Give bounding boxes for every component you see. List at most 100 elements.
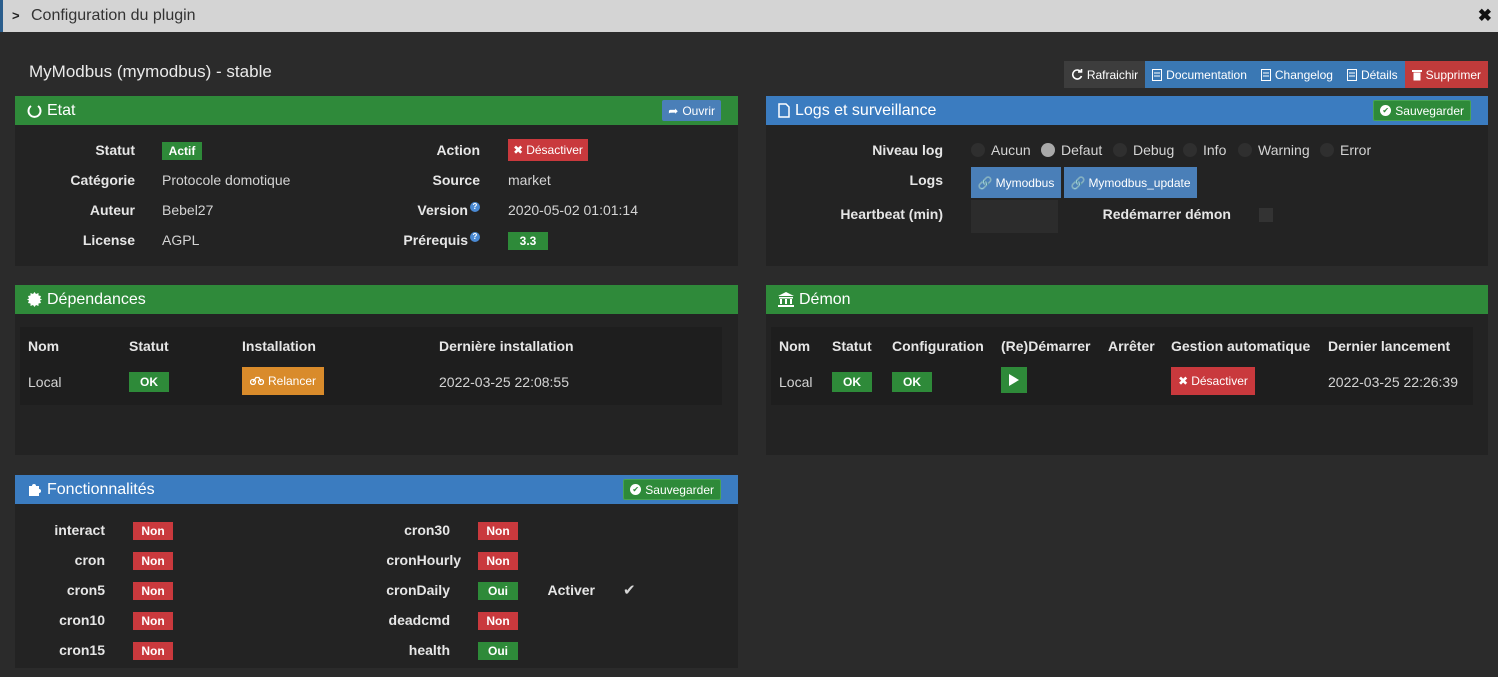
open-button[interactable]: ➦ Ouvrir bbox=[662, 100, 721, 121]
restart-daemon-button[interactable] bbox=[1001, 367, 1027, 393]
fonctionnalites-panel: Fonctionnalités ✔ Sauvegarder interact N… bbox=[15, 475, 738, 668]
func-badge: Non bbox=[133, 522, 173, 540]
activer-checkbox[interactable]: ✔ bbox=[623, 581, 636, 599]
func-badge: Non bbox=[133, 582, 173, 600]
radio-warning[interactable] bbox=[1238, 143, 1252, 157]
logs-title: Logs et surveillance bbox=[795, 101, 937, 119]
refresh-button[interactable]: Rafraichir bbox=[1063, 61, 1146, 88]
col-nom: Nom bbox=[779, 338, 811, 354]
documentation-button[interactable]: Documentation bbox=[1145, 61, 1254, 88]
categorie-value: Protocole domotique bbox=[162, 172, 291, 188]
documentation-label: Documentation bbox=[1166, 67, 1247, 82]
share-icon: ➦ bbox=[668, 103, 679, 118]
demon-header: Démon bbox=[766, 285, 1488, 314]
fonctionnalites-save-button[interactable]: ✔ Sauvegarder bbox=[623, 479, 721, 500]
delete-label: Supprimer bbox=[1425, 67, 1481, 82]
demon-statut-badge: OK bbox=[832, 372, 872, 392]
log-mymodbus-update-button[interactable]: 🔗 Mymodbus_update bbox=[1064, 167, 1197, 198]
relaunch-label: Relancer bbox=[267, 374, 317, 388]
radio-debug-label: Debug bbox=[1133, 142, 1175, 158]
func-name: cron bbox=[74, 552, 105, 568]
details-label: Détails bbox=[1360, 67, 1398, 82]
deactivate-button[interactable]: ✖ Désactiver bbox=[508, 139, 588, 161]
log-mymodbus-button[interactable]: 🔗 Mymodbus bbox=[971, 167, 1061, 198]
plugin-name: MyModbus (mymodbus) - stable bbox=[29, 62, 272, 81]
func-badge: Oui bbox=[478, 582, 518, 600]
logs-label: Logs bbox=[909, 172, 943, 188]
version-label-text: Version bbox=[417, 202, 468, 218]
help-icon[interactable]: ? bbox=[470, 232, 480, 243]
func-badge: Non bbox=[133, 612, 173, 630]
refresh-label: Rafraichir bbox=[1086, 67, 1139, 82]
func-badge: Non bbox=[478, 522, 518, 540]
dependances-table: Nom Statut Installation Dernière install… bbox=[20, 327, 722, 405]
func-name: cron30 bbox=[404, 522, 450, 538]
func-name: health bbox=[408, 642, 450, 658]
func-name: cron15 bbox=[59, 642, 105, 658]
dep-nom: Local bbox=[28, 374, 62, 390]
func-name: cron5 bbox=[66, 582, 105, 598]
radio-error[interactable] bbox=[1320, 143, 1334, 157]
source-value: market bbox=[508, 172, 551, 188]
heartbeat-label: Heartbeat (min) bbox=[840, 206, 943, 222]
heartbeat-input[interactable] bbox=[971, 200, 1058, 233]
log-level-label: Niveau log bbox=[872, 142, 943, 158]
changelog-button[interactable]: Changelog bbox=[1253, 61, 1340, 88]
puzzle-icon bbox=[27, 482, 42, 497]
license-value: AGPL bbox=[162, 232, 200, 248]
func-name: cronDaily bbox=[386, 582, 450, 598]
radio-defaut-label: Defaut bbox=[1061, 142, 1103, 158]
log-mymodbus-label: Mymodbus bbox=[995, 175, 1055, 190]
delete-button[interactable]: Supprimer bbox=[1404, 61, 1488, 88]
auto-management-deactivate-button[interactable]: ✖ Désactiver bbox=[1171, 367, 1255, 395]
radio-error-label: Error bbox=[1340, 142, 1372, 158]
dependances-panel: Dépendances Nom Statut Installation Dern… bbox=[15, 285, 738, 455]
version-label: Version? bbox=[355, 202, 480, 218]
col-redemarrer: (Re)Démarrer bbox=[1001, 338, 1091, 354]
func-name: cron10 bbox=[59, 612, 105, 628]
auteur-label: Auteur bbox=[89, 202, 135, 218]
radio-aucun[interactable] bbox=[971, 143, 985, 157]
radio-warning-label: Warning bbox=[1258, 142, 1310, 158]
details-button[interactable]: Détails bbox=[1339, 61, 1405, 88]
func-name: cronHourly bbox=[386, 552, 461, 568]
fonctionnalites-header: Fonctionnalités ✔ Sauvegarder bbox=[15, 475, 738, 504]
times-icon: ✖ bbox=[1178, 374, 1189, 388]
refresh-icon bbox=[1071, 68, 1083, 80]
statut-label: Statut bbox=[95, 142, 135, 158]
university-icon bbox=[778, 292, 794, 307]
radio-aucun-label: Aucun bbox=[991, 142, 1031, 158]
book-icon bbox=[1346, 68, 1357, 81]
trash-icon bbox=[1411, 69, 1422, 80]
logs-save-button[interactable]: ✔ Sauvegarder bbox=[1373, 100, 1471, 121]
radio-defaut[interactable] bbox=[1041, 143, 1055, 157]
col-statut: Statut bbox=[129, 338, 169, 354]
logs-header: Logs et surveillance ✔ Sauvegarder bbox=[766, 96, 1488, 125]
changelog-label: Changelog bbox=[1274, 67, 1333, 82]
action-label: Action bbox=[436, 142, 480, 158]
help-icon[interactable]: ? bbox=[470, 202, 480, 213]
demon-table: Nom Statut Configuration (Re)Démarrer Ar… bbox=[771, 327, 1473, 405]
statut-badge: Actif bbox=[162, 142, 202, 160]
func-name: deadcmd bbox=[388, 612, 450, 628]
activer-label: Activer bbox=[547, 582, 595, 598]
auto-management-label: Désactiver bbox=[1191, 374, 1248, 388]
col-dernier-lancement: Dernier lancement bbox=[1328, 338, 1451, 354]
dependances-header: Dépendances bbox=[15, 285, 738, 314]
paperclip-icon: 🔗 bbox=[1070, 175, 1086, 190]
categorie-label: Catégorie bbox=[70, 172, 135, 188]
prereq-badge: 3.3 bbox=[508, 232, 548, 250]
demon-title: Démon bbox=[799, 290, 851, 308]
logs-save-label: Sauvegarder bbox=[1395, 103, 1464, 118]
close-icon[interactable]: ✖ bbox=[1478, 6, 1492, 26]
relaunch-install-button[interactable]: Relancer bbox=[242, 367, 324, 395]
license-label: License bbox=[82, 232, 135, 248]
radio-debug[interactable] bbox=[1113, 143, 1127, 157]
file-icon bbox=[778, 103, 790, 118]
circle-notch-icon bbox=[27, 103, 42, 118]
col-gestion-auto: Gestion automatique bbox=[1171, 338, 1311, 354]
prereq-label: Prérequis? bbox=[355, 232, 480, 248]
restart-daemon-checkbox[interactable] bbox=[1259, 208, 1273, 222]
demon-config-badge: OK bbox=[892, 372, 932, 392]
radio-info[interactable] bbox=[1183, 143, 1197, 157]
